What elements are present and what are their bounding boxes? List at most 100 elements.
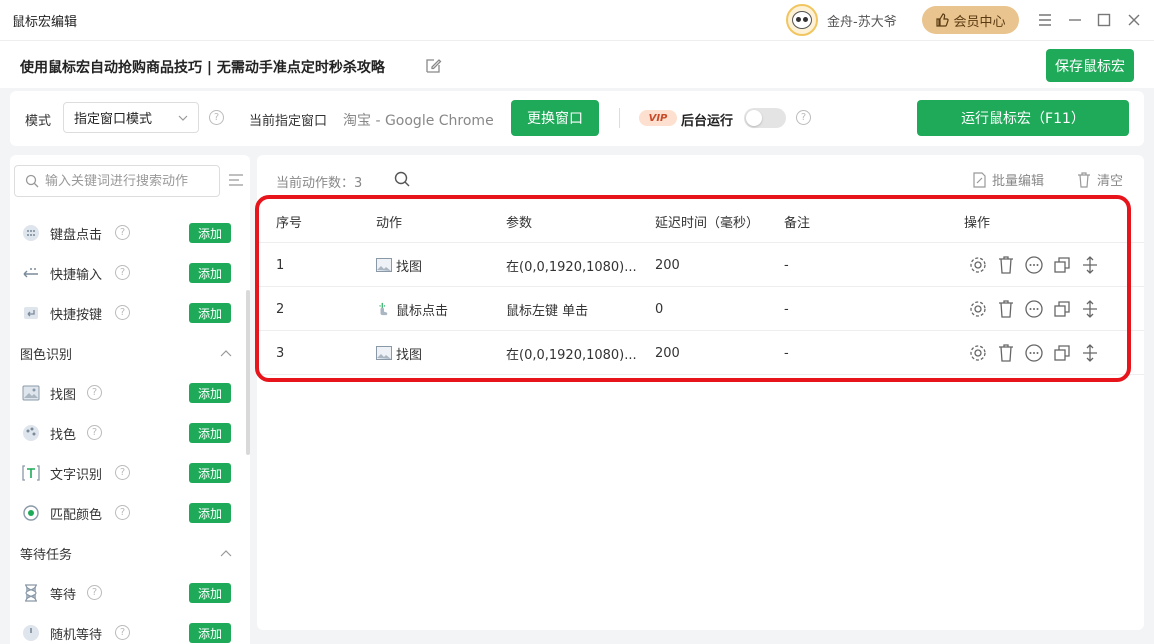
mouse-click-icon (379, 302, 388, 316)
mode-label: 模式 (25, 114, 52, 129)
group-image-recognition[interactable]: 图色识别 (20, 333, 232, 373)
help-icon[interactable]: ? (115, 625, 130, 640)
column-header: 动作 (376, 215, 403, 231)
more-icon[interactable] (1025, 344, 1043, 362)
help-icon[interactable]: ? (87, 425, 102, 440)
row-index: 3 (276, 345, 285, 361)
drag-handle-icon[interactable] (1081, 256, 1099, 274)
row-action: 找图 (376, 243, 422, 287)
table-row[interactable]: 1 找图 在(0,0,1920,1080)... 200 - (257, 243, 1144, 287)
settings-icon[interactable] (969, 256, 987, 274)
search-input[interactable] (45, 173, 215, 189)
sidebar-scrollbar[interactable] (246, 290, 250, 455)
help-icon[interactable]: ? (115, 305, 130, 320)
trash-icon (1078, 171, 1090, 188)
chevron-up-icon (220, 350, 232, 357)
help-icon[interactable]: ? (87, 385, 102, 400)
enter-key-icon (22, 304, 40, 322)
group-label: 图色识别 (20, 347, 73, 363)
collapse-list-icon[interactable] (228, 173, 244, 187)
row-delay: 0 (655, 301, 664, 317)
help-icon[interactable]: ? (115, 225, 130, 240)
search-icon (25, 174, 39, 188)
close-icon[interactable] (1124, 10, 1144, 30)
avatar[interactable] (786, 4, 818, 36)
group-label: 等待任务 (20, 547, 73, 563)
delete-icon[interactable] (997, 256, 1015, 274)
run-macro-button[interactable]: 运行鼠标宏（F11） (917, 100, 1129, 136)
window-value: 淘宝 - Google Chrome (343, 113, 494, 129)
copy-icon[interactable] (1053, 256, 1071, 274)
add-button[interactable]: 添加 (189, 503, 231, 523)
image-icon (376, 346, 392, 360)
add-button[interactable]: 添加 (189, 383, 231, 403)
sidebar-item-match-color: 匹配颜色 ? 添加 (10, 493, 240, 533)
row-note: - (784, 301, 789, 317)
add-button[interactable]: 添加 (189, 583, 231, 603)
help-icon[interactable]: ? (115, 465, 130, 480)
drag-handle-icon[interactable] (1081, 300, 1099, 318)
minimize-icon[interactable] (1065, 10, 1085, 30)
vip-center-button[interactable]: 会员中心 (922, 6, 1019, 34)
title-bar: 鼠标宏编辑 金舟-苏大爷 会员中心 (0, 0, 1154, 40)
add-button[interactable]: 添加 (189, 303, 231, 323)
table-row[interactable]: 2 鼠标点击 鼠标左键 单击 0 - (257, 287, 1144, 331)
help-icon[interactable]: ? (796, 110, 811, 125)
add-button[interactable]: 添加 (189, 223, 231, 243)
batch-edit-button[interactable]: 批量编辑 (972, 170, 1044, 189)
user-name[interactable]: 金舟-苏大爷 (827, 11, 897, 30)
batch-edit-icon (973, 171, 986, 188)
maximize-icon[interactable] (1094, 10, 1114, 30)
image-icon (376, 258, 392, 272)
row-action-label: 鼠标点击 (396, 303, 449, 319)
table-row[interactable]: 3 找图 在(0,0,1920,1080)... 200 - (257, 331, 1144, 375)
input-icon (22, 264, 40, 282)
vip-badge: VIP (639, 110, 677, 126)
delete-icon[interactable] (997, 300, 1015, 318)
row-delay: 200 (655, 345, 680, 361)
sidebar-item-keyboard-click: 键盘点击 ? 添加 (10, 213, 240, 253)
help-icon[interactable]: ? (115, 505, 130, 520)
background-run-toggle[interactable] (744, 108, 786, 128)
column-header: 操作 (964, 215, 991, 231)
sidebar-item-label: 找色 (50, 427, 77, 443)
help-icon[interactable]: ? (115, 265, 130, 280)
mode-select[interactable]: 指定窗口模式 (63, 102, 199, 133)
add-button[interactable]: 添加 (189, 263, 231, 283)
row-note: - (784, 257, 789, 273)
sidebar-item-quick-key: 快捷按键 ? 添加 (10, 293, 240, 333)
settings-icon[interactable] (969, 344, 987, 362)
add-button[interactable]: 添加 (189, 463, 231, 483)
more-icon[interactable] (1025, 300, 1043, 318)
more-icon[interactable] (1025, 256, 1043, 274)
sidebar-item-find-color: 找色 ? 添加 (10, 413, 240, 453)
column-header: 延迟时间（毫秒） (655, 215, 760, 231)
match-color-icon (22, 504, 40, 522)
sidebar-item-label: 匹配颜色 (50, 507, 103, 523)
copy-icon[interactable] (1053, 344, 1071, 362)
toolbar: 模式 指定窗口模式 ? 当前指定窗口 淘宝 - Google Chrome 更换… (10, 91, 1144, 146)
help-icon[interactable]: ? (209, 110, 224, 125)
action-search[interactable] (14, 165, 220, 197)
search-icon[interactable] (393, 170, 411, 188)
clear-label: 清空 (1097, 174, 1124, 189)
save-button[interactable]: 保存鼠标宏 (1046, 49, 1134, 82)
drag-handle-icon[interactable] (1081, 344, 1099, 362)
row-note: - (784, 345, 789, 361)
switch-window-button[interactable]: 更换窗口 (511, 100, 599, 136)
edit-icon[interactable] (424, 57, 442, 75)
menu-icon[interactable] (1035, 10, 1055, 30)
copy-icon[interactable] (1053, 300, 1071, 318)
chevron-up-icon (220, 550, 232, 557)
sidebar-item-quick-input: 快捷输入 ? 添加 (10, 253, 240, 293)
clear-button[interactable]: 清空 (1077, 170, 1123, 189)
delete-icon[interactable] (997, 344, 1015, 362)
sidebar-item-label: 找图 (50, 387, 77, 403)
settings-icon[interactable] (969, 300, 987, 318)
add-button[interactable]: 添加 (189, 423, 231, 443)
row-action: 找图 (376, 331, 422, 375)
keyboard-icon (22, 224, 40, 242)
help-icon[interactable]: ? (87, 585, 102, 600)
group-wait-tasks[interactable]: 等待任务 (20, 533, 232, 573)
add-button[interactable]: 添加 (189, 623, 231, 643)
